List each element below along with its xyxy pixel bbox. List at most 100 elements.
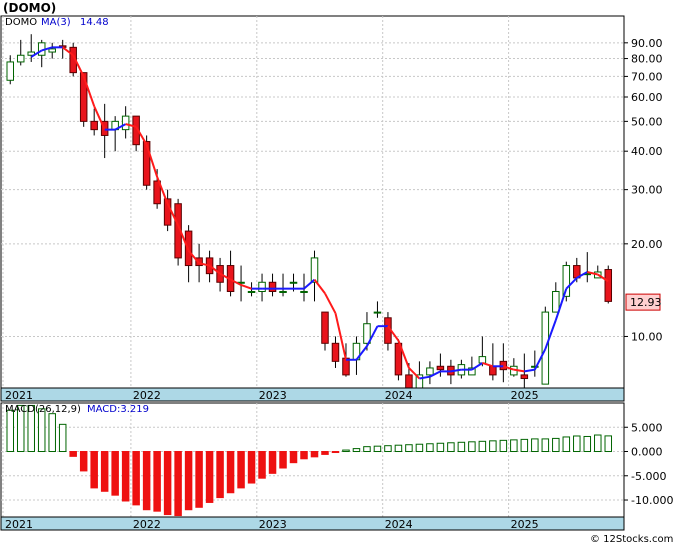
macd-bar (58, 423, 67, 453)
price-y-tick-label: 80.00 (631, 53, 663, 66)
candle-body (478, 356, 487, 364)
macd-bar (69, 451, 77, 457)
macd-year-label: 2024 (385, 518, 413, 531)
macd-y-tick-label: -10.000 (631, 494, 673, 507)
watermark: © 12Stocks.com (590, 534, 673, 545)
last-price-label: 12.93 (630, 296, 662, 309)
stock-chart: (DOMO) 90.00 80.00 70.00 60.00 50.00 40.00 30.… (0, 0, 680, 546)
price-y-tick-label: 20.00 (631, 238, 663, 251)
chart-title: (DOMO) (3, 1, 56, 15)
price-panel: 90.00 80.00 70.00 60.00 50.00 40.00 30.00 20.00… (0, 15, 663, 402)
macd-legend-value: MACD:3.219 (87, 404, 149, 415)
candle-body (279, 290, 287, 293)
price-year-label: 2025 (511, 389, 539, 402)
macd-bar (184, 451, 193, 511)
macd-bar (594, 434, 602, 453)
macd-legend-label: MACD(26,12,9) (5, 404, 81, 415)
candle-body (552, 290, 560, 313)
macd-bar (573, 435, 581, 453)
macd-bar (604, 435, 613, 453)
macd-bar (279, 451, 287, 469)
candle-body (48, 48, 56, 53)
macd-year-label: 2023 (259, 518, 287, 531)
candle-body (520, 374, 529, 380)
candle-body (310, 257, 319, 283)
candle-body (247, 290, 256, 293)
macd-bar (216, 451, 224, 499)
macd-bar (478, 440, 487, 453)
macd-bar (48, 413, 56, 453)
macd-bar (174, 451, 182, 517)
macd-bar (321, 451, 329, 455)
macd-bar (541, 438, 550, 453)
macd-bar (468, 441, 476, 453)
macd-year-label: 2022 (133, 518, 161, 531)
candle-body (405, 374, 413, 389)
macd-y-tick-label: 0.000 (631, 446, 663, 459)
price-year-label: 2022 (133, 389, 161, 402)
macd-bar (342, 449, 350, 453)
price-panel-frame (0, 15, 625, 389)
macd-bar (562, 436, 571, 453)
macd-bar (300, 451, 308, 460)
macd-bar (531, 438, 539, 453)
macd-year-label: 2021 (5, 518, 33, 531)
macd-y-tick-label: -5.000 (631, 470, 666, 483)
candle-body (6, 61, 14, 81)
macd-bar (163, 451, 172, 516)
candle-body (90, 120, 98, 131)
candle-body (289, 281, 298, 284)
macd-bar (205, 451, 214, 503)
macd-bar (489, 440, 497, 453)
macd-bar (37, 408, 46, 453)
macd-bar (237, 451, 245, 489)
macd-bar (195, 451, 203, 508)
candle-body (16, 54, 25, 63)
legend-symbol: DOMO (5, 17, 37, 28)
legend-ma-label: MA(3) (41, 17, 71, 28)
macd-bar (384, 445, 392, 453)
macd-bar (363, 446, 371, 453)
macd-bar (405, 444, 413, 453)
macd-y-tick-label: 5.000 (631, 421, 663, 434)
macd-bar (426, 443, 434, 453)
macd-bar (510, 439, 518, 453)
macd-bar (90, 451, 98, 489)
macd-bar (153, 451, 161, 512)
price-y-tick-label: 40.00 (631, 145, 663, 158)
macd-bar (520, 438, 529, 453)
macd-bar (142, 451, 151, 511)
candle-body (489, 365, 497, 376)
macd-bar (583, 435, 592, 453)
price-y-tick-label: 70.00 (631, 70, 663, 83)
candle-body (258, 281, 266, 292)
candle-body (436, 365, 445, 371)
macd-bar (121, 451, 130, 502)
candle-body (268, 281, 277, 292)
candle-body (142, 141, 151, 186)
price-year-label: 2021 (5, 389, 33, 402)
candle-body (121, 115, 130, 131)
macd-bar (226, 451, 235, 494)
price-year-label: 2024 (385, 389, 413, 402)
macd-year-label: 2025 (511, 518, 539, 531)
macd-bar (447, 442, 455, 453)
candle-body (331, 342, 340, 362)
price-y-tick-label: 50.00 (631, 115, 663, 128)
macd-bar (258, 451, 266, 479)
candle-body (321, 311, 329, 344)
macd-bar (331, 451, 340, 454)
macd-bar (268, 451, 277, 474)
macd-bar (552, 437, 560, 453)
macd-bar (415, 443, 424, 453)
macd-bar (132, 451, 140, 506)
macd-bar (79, 451, 88, 472)
macd-bar (111, 451, 119, 496)
price-y-tick-label: 10.00 (631, 330, 663, 343)
macd-bar (100, 451, 109, 492)
macd-bar (6, 409, 14, 453)
macd-bar (436, 442, 445, 453)
candle-body (373, 311, 382, 314)
price-y-tick-label: 90.00 (631, 37, 663, 50)
macd-bar (499, 439, 508, 453)
